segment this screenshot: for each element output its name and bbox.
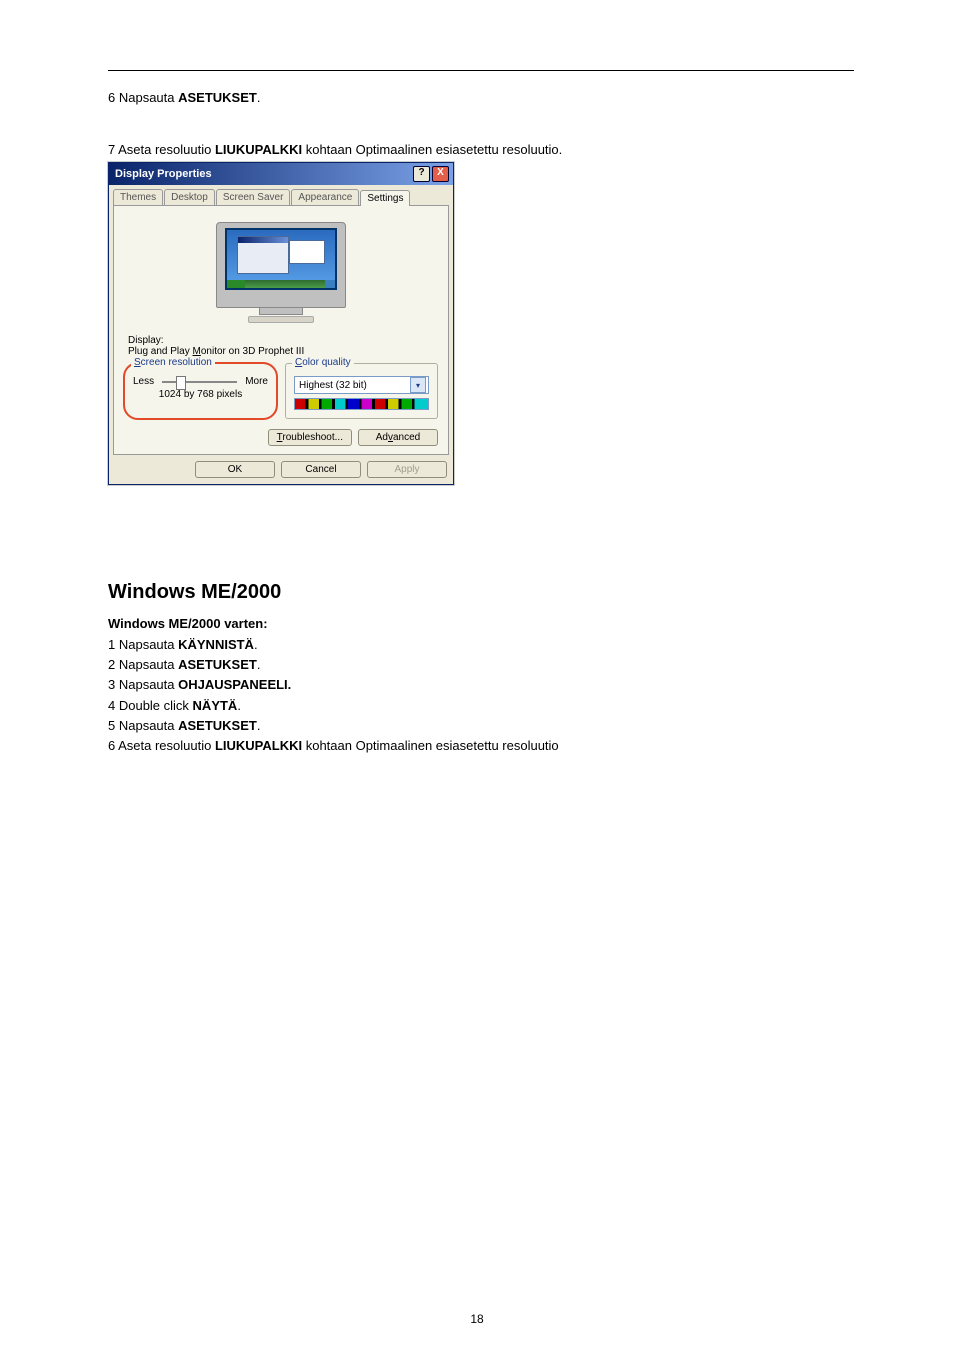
instruction-line-6: 6 Napsauta ASETUKSET. xyxy=(108,89,854,107)
bold-text: LIUKUPALKKI xyxy=(215,738,302,753)
bold-text: ASETUKSET xyxy=(178,718,257,733)
tab-buttons: Troubleshoot... Advanced xyxy=(124,429,438,446)
monitor-icon xyxy=(216,222,346,323)
tab-desktop[interactable]: Desktop xyxy=(164,189,215,205)
bold-text: ASETUKSET xyxy=(178,90,257,105)
resolution-slider-row: Less More xyxy=(133,376,268,387)
color-quality-select[interactable]: Highest (32 bit) ▾ xyxy=(294,376,429,394)
step-line: 3 Napsauta OHJAUSPANEELI. xyxy=(108,675,854,695)
tabs-row: Themes Desktop Screen Saver Appearance S… xyxy=(109,185,453,205)
step-line: 1 Napsauta KÄYNNISTÄ. xyxy=(108,635,854,655)
instruction-line-7: 7 Aseta resoluutio LIUKUPALKKI kohtaan O… xyxy=(108,141,854,159)
titlebar: Display Properties ? X xyxy=(109,163,453,185)
bold-text: OHJAUSPANEELI. xyxy=(178,677,291,692)
text: . xyxy=(254,637,258,652)
tab-settings[interactable]: Settings xyxy=(360,190,410,206)
bold-text: LIUKUPALKKI xyxy=(215,142,302,157)
chevron-down-icon[interactable]: ▾ xyxy=(410,377,426,393)
titlebar-buttons: ? X xyxy=(413,166,449,182)
dialog-buttons: OK Cancel Apply xyxy=(115,461,447,478)
text: 2 Napsauta xyxy=(108,657,178,672)
screen-resolution-group: Screen resolution Less More 1024 by 768 … xyxy=(124,363,277,419)
slider-less-label: Less xyxy=(133,376,154,387)
text: 1 Napsauta xyxy=(108,637,178,652)
help-button[interactable]: ? xyxy=(413,166,430,182)
text: . xyxy=(257,657,261,672)
document-page: 6 Napsauta ASETUKSET. 7 Aseta resoluutio… xyxy=(0,0,954,1350)
section-heading: Windows ME/2000 xyxy=(108,581,854,604)
text: 4 Double click xyxy=(108,698,193,713)
tab-body: Display: Plug and Play Monitor on 3D Pro… xyxy=(113,205,449,455)
text: kohtaan Optimaalinen esiasetettu resoluu… xyxy=(302,142,562,157)
text: 5 Napsauta xyxy=(108,718,178,733)
text: anced xyxy=(393,432,420,443)
bold-text: NÄYTÄ xyxy=(193,698,238,713)
bold-text: ASETUKSET xyxy=(178,657,257,672)
advanced-button[interactable]: Advanced xyxy=(358,429,438,446)
text: creen resolution xyxy=(141,357,212,368)
display-properties-dialog: Display Properties ? X Themes Desktop Sc… xyxy=(108,162,454,485)
group-title-resolution: Screen resolution xyxy=(131,357,215,368)
spacer xyxy=(108,111,854,139)
spacer xyxy=(108,485,854,515)
tab-appearance[interactable]: Appearance xyxy=(291,189,359,205)
text: . xyxy=(257,718,261,733)
text: . xyxy=(257,90,261,105)
underline-letter: S xyxy=(134,357,141,368)
step-line: 6 Aseta resoluutio LIUKUPALKKI kohtaan O… xyxy=(108,736,854,756)
bold-text: KÄYNNISTÄ xyxy=(178,637,254,652)
tab-screen-saver[interactable]: Screen Saver xyxy=(216,189,291,205)
slider-thumb-icon[interactable] xyxy=(176,376,186,390)
step-line: 5 Napsauta ASETUKSET. xyxy=(108,716,854,736)
color-spectrum-icon xyxy=(294,398,429,410)
page-number: 18 xyxy=(0,1312,954,1326)
top-divider xyxy=(108,70,854,71)
window-title: Display Properties xyxy=(115,168,212,180)
text: kohtaan Optimaalinen esiasetettu resoluu… xyxy=(302,738,559,753)
tab-themes[interactable]: Themes xyxy=(113,189,163,205)
ok-button[interactable]: OK xyxy=(195,461,275,478)
text: 3 Napsauta xyxy=(108,677,178,692)
text: 7 Aseta resoluutio xyxy=(108,142,215,157)
text: Ad xyxy=(376,432,388,443)
text: Plug and Play Monitor on 3D Prophet III xyxy=(128,346,304,357)
display-value: Plug and Play Monitor on 3D Prophet III xyxy=(128,346,438,357)
resolution-value: 1024 by 768 pixels xyxy=(133,389,268,400)
apply-button[interactable]: Apply xyxy=(367,461,447,478)
text: . xyxy=(237,698,241,713)
section-subheading: Windows ME/2000 varten: xyxy=(108,616,854,631)
group-title-color: Color quality xyxy=(292,357,354,368)
settings-groups: Screen resolution Less More 1024 by 768 … xyxy=(124,363,438,419)
resolution-slider[interactable] xyxy=(162,381,237,383)
text: roubleshoot... xyxy=(282,432,343,443)
select-value: Highest (32 bit) xyxy=(299,380,367,391)
display-label: Display: xyxy=(128,335,438,346)
text: 6 Napsauta xyxy=(108,90,178,105)
close-button[interactable]: X xyxy=(432,166,449,182)
color-quality-group: Color quality Highest (32 bit) ▾ xyxy=(285,363,438,419)
text: 6 Aseta resoluutio xyxy=(108,738,215,753)
cancel-button[interactable]: Cancel xyxy=(281,461,361,478)
monitor-preview xyxy=(124,222,438,323)
spacer xyxy=(108,515,854,545)
text: olor quality xyxy=(302,357,350,368)
step-line: 2 Napsauta ASETUKSET. xyxy=(108,655,854,675)
slider-more-label: More xyxy=(245,376,268,387)
step-line: 4 Double click NÄYTÄ. xyxy=(108,696,854,716)
troubleshoot-button[interactable]: Troubleshoot... xyxy=(268,429,352,446)
